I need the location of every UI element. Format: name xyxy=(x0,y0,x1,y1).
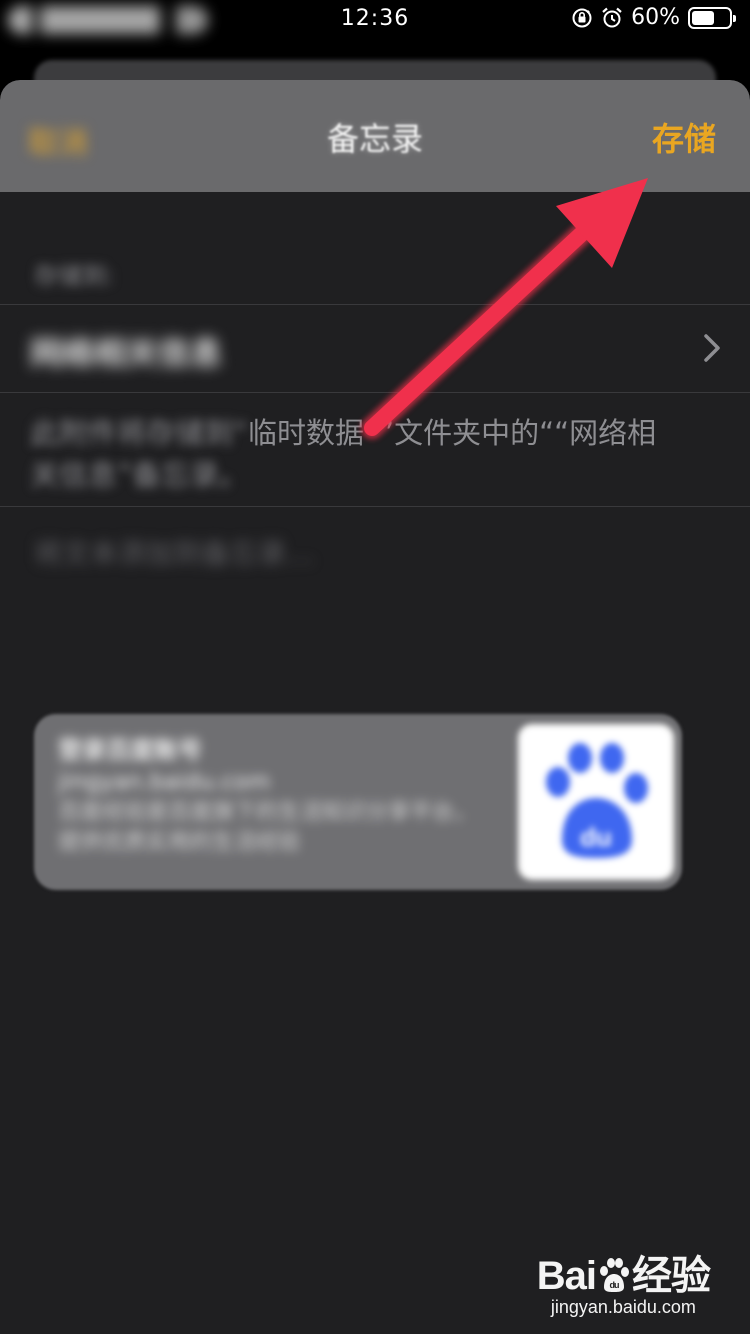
section-label: 存储到: xyxy=(34,262,115,290)
paw-icon: du xyxy=(600,1258,629,1292)
note-text-input[interactable]: 将文本添加到备忘录… xyxy=(34,532,314,572)
description-start: 此附件将存储到“ xyxy=(30,416,249,450)
watermark-brand: Bai xyxy=(536,1254,597,1298)
divider xyxy=(0,392,750,393)
card-title: 登录百度账号 xyxy=(58,736,202,764)
screen: 12:36 60% 取消 备忘录 存储 存储到: 网络相关信息 此附件将存储到“… xyxy=(0,0,750,1334)
watermark-url: jingyan.baidu.com xyxy=(550,1297,696,1317)
svg-text:du: du xyxy=(610,1280,619,1290)
watermark-logo: Bai du 经验 xyxy=(536,1243,711,1301)
description-middle: ””文件夹中的““网络相 xyxy=(364,416,657,450)
save-button[interactable]: 存储 xyxy=(652,114,716,160)
status-bar: 12:36 60% xyxy=(0,0,750,40)
share-sheet: 取消 备忘录 存储 存储到: 网络相关信息 此附件将存储到“临时数据””文件夹中… xyxy=(0,80,750,1334)
baidu-jingyan-watermark: Bai du 经验 jingyan.baidu.com xyxy=(536,1243,711,1318)
folder-row-label: 网络相关信息 xyxy=(30,334,223,372)
status-right: 60% xyxy=(571,5,736,30)
attachment-description: 此附件将存储到“临时数据””文件夹中的““网络相 关信息”备忘录。 xyxy=(30,412,720,496)
card-description: 百度经验是百度旗下的生活知识分享平台，提供优质实用的生活经验 xyxy=(58,800,477,855)
alarm-icon xyxy=(602,7,622,27)
card-thumbnail: du xyxy=(518,724,674,880)
watermark-suffix: 经验 xyxy=(632,1254,711,1298)
battery-icon xyxy=(688,6,736,29)
description-folder-name: 临时数据 xyxy=(248,416,365,450)
link-preview-card: 登录百度账号 jingyan.baidu.com 百度经验是百度旗下的生活知识分… xyxy=(34,714,682,890)
chevron-right-icon xyxy=(704,334,720,362)
baidu-paw-icon: du xyxy=(546,743,648,858)
divider xyxy=(0,506,750,507)
page-title: 备忘录 xyxy=(326,120,423,158)
folder-row[interactable]: 网络相关信息 xyxy=(0,304,750,392)
card-url: jingyan.baidu.com xyxy=(58,769,271,795)
orientation-lock-icon xyxy=(572,8,592,27)
description-end: 关信息”备忘录。 xyxy=(30,458,249,492)
navbar: 取消 备忘录 存储 xyxy=(0,80,750,192)
battery-level xyxy=(692,10,714,25)
card-text: 登录百度账号 jingyan.baidu.com 百度经验是百度旗下的生活知识分… xyxy=(58,734,478,858)
svg-text:du: du xyxy=(580,822,612,852)
battery-percentage: 60% xyxy=(631,5,680,30)
